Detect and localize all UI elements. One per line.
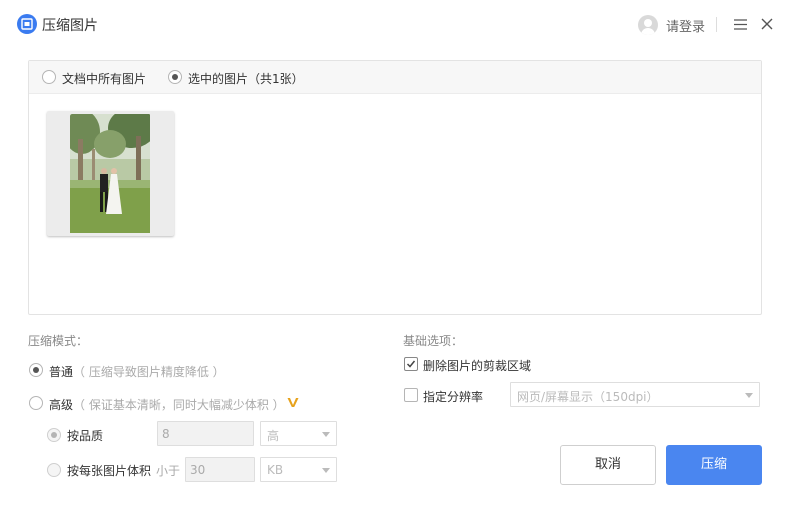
quality-label[interactable]: 按品质 xyxy=(67,427,103,444)
delete-crop-label[interactable]: 删除图片的剪裁区域 xyxy=(423,357,531,374)
wedding-photo-icon xyxy=(70,114,150,233)
resolution-select[interactable]: 网页/屏幕显示（150dpi） xyxy=(510,382,760,407)
normal-mode-label[interactable]: 普通（ 压缩导致图片精度降低 ） xyxy=(49,363,225,380)
size-value-input[interactable]: 30 xyxy=(185,457,255,482)
advanced-mode-label[interactable]: 高级（ 保证基本清晰，同时大幅减少体积 ） xyxy=(49,396,285,413)
scope-selector: 文档中所有图片 选中的图片（共1张） xyxy=(29,61,761,94)
app-logo-icon xyxy=(17,14,37,34)
title-bar: 压缩图片 请登录 xyxy=(0,0,794,50)
avatar[interactable] xyxy=(638,15,658,35)
size-unit-select[interactable]: KB xyxy=(260,457,337,482)
quality-value-input[interactable]: 8 xyxy=(157,421,254,446)
quality-level-select[interactable]: 高 xyxy=(260,421,337,446)
image-thumbnail[interactable] xyxy=(47,111,174,236)
quality-radio[interactable] xyxy=(47,428,61,442)
vip-icon xyxy=(287,397,299,411)
selected-images-label[interactable]: 选中的图片（共1张） xyxy=(188,70,304,87)
all-images-label[interactable]: 文档中所有图片 xyxy=(62,70,146,87)
compress-mode-title: 压缩模式： xyxy=(28,334,89,348)
window-title: 压缩图片 xyxy=(42,18,98,34)
close-icon[interactable] xyxy=(759,16,775,32)
size-label[interactable]: 按每张图片体积 xyxy=(67,462,151,479)
size-prefix-label: 小于 xyxy=(156,464,181,478)
cancel-button[interactable]: 取消 xyxy=(560,445,656,485)
normal-mode-hint: （ 压缩导致图片精度降低 ） xyxy=(73,365,225,379)
size-radio[interactable] xyxy=(47,463,61,477)
basic-options-title: 基础选项： xyxy=(403,334,464,348)
resolution-checkbox[interactable] xyxy=(404,388,418,402)
advanced-mode-radio[interactable] xyxy=(29,396,43,410)
selected-images-radio[interactable] xyxy=(168,70,182,84)
normal-mode-radio[interactable] xyxy=(29,363,43,377)
advanced-mode-hint: （ 保证基本清晰，同时大幅减少体积 ） xyxy=(73,398,285,412)
compress-button[interactable]: 压缩 xyxy=(666,445,762,485)
delete-crop-checkbox[interactable] xyxy=(404,357,418,371)
all-images-radio[interactable] xyxy=(42,70,56,84)
login-link[interactable]: 请登录 xyxy=(666,16,705,35)
resolution-label[interactable]: 指定分辨率 xyxy=(423,388,483,405)
image-preview-panel: 文档中所有图片 选中的图片（共1张） xyxy=(28,60,762,315)
menu-icon[interactable] xyxy=(733,17,748,32)
divider xyxy=(716,17,717,32)
